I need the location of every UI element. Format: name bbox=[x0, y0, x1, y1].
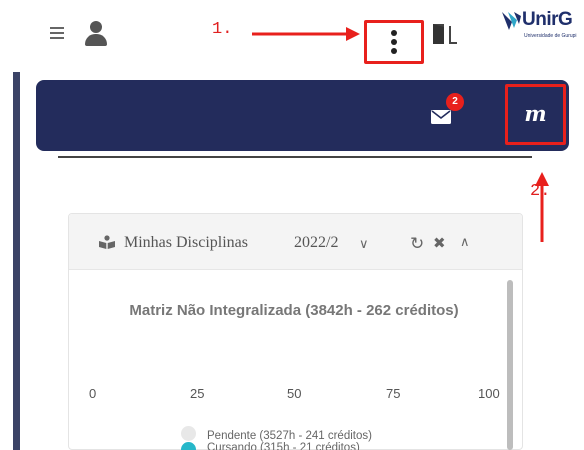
mail-count-badge: 2 bbox=[446, 93, 464, 111]
chevron-up-icon[interactable]: ∧ bbox=[460, 234, 470, 250]
envelope-icon[interactable] bbox=[431, 110, 451, 124]
card-scrollbar[interactable] bbox=[507, 280, 513, 450]
legend-swatch-completed bbox=[181, 442, 196, 450]
x-tick-label: 75 bbox=[386, 386, 401, 401]
legend-swatch-pending bbox=[181, 426, 196, 441]
legend-label-completed: Cursando (315h - 21 créditos) bbox=[207, 442, 360, 450]
compress-icon[interactable]: ✖ bbox=[433, 234, 446, 252]
more-options-highlight bbox=[364, 20, 424, 64]
logo-text: UnirG bbox=[522, 9, 573, 30]
logo-mark bbox=[502, 12, 521, 30]
unirg-logo: UnirG Universidade de Gurupi bbox=[500, 6, 584, 52]
app-menu-letter: m bbox=[524, 101, 547, 126]
chevron-down-icon[interactable]: ∨ bbox=[359, 236, 369, 252]
door-exit-icon[interactable] bbox=[431, 22, 459, 46]
card-title: Minhas Disciplinas bbox=[124, 234, 248, 251]
hamburger-icon[interactable] bbox=[50, 27, 64, 39]
top-bar: 1. UnirG Universidade de Gurupi bbox=[0, 0, 584, 72]
annotation-step-1: 1. bbox=[212, 20, 233, 39]
legend-label-pending: Pendente (3527h - 241 créditos) bbox=[207, 430, 372, 442]
x-tick-label: 25 bbox=[190, 386, 205, 401]
header-navbar: 2 m bbox=[36, 80, 569, 151]
annotation-arrow-up bbox=[535, 172, 549, 242]
x-tick-label: 50 bbox=[287, 386, 302, 401]
x-tick-label: 100 bbox=[478, 386, 500, 401]
kebab-vertical-icon[interactable] bbox=[391, 30, 399, 54]
app-menu-button[interactable]: m bbox=[505, 84, 566, 145]
annotation-arrow-right bbox=[252, 27, 360, 41]
x-tick-label: 0 bbox=[89, 386, 97, 401]
semester-select[interactable]: 2022/2 bbox=[294, 234, 338, 252]
left-sidebar-rail bbox=[13, 72, 20, 450]
logo-tagline: Universidade de Gurupi bbox=[524, 33, 577, 39]
refresh-icon[interactable]: ↻ bbox=[410, 234, 424, 254]
card-header: Minhas Disciplinas 2022/2 ∨ ↻ ✖ ∧ bbox=[69, 214, 522, 270]
user-icon[interactable] bbox=[85, 21, 107, 47]
book-reader-icon bbox=[99, 235, 115, 249]
divider bbox=[58, 156, 532, 158]
disciplines-card: Minhas Disciplinas 2022/2 ∨ ↻ ✖ ∧ Matriz… bbox=[68, 213, 523, 450]
chart-title: Matriz Não Integralizada (3842h - 262 cr… bbox=[129, 302, 459, 319]
